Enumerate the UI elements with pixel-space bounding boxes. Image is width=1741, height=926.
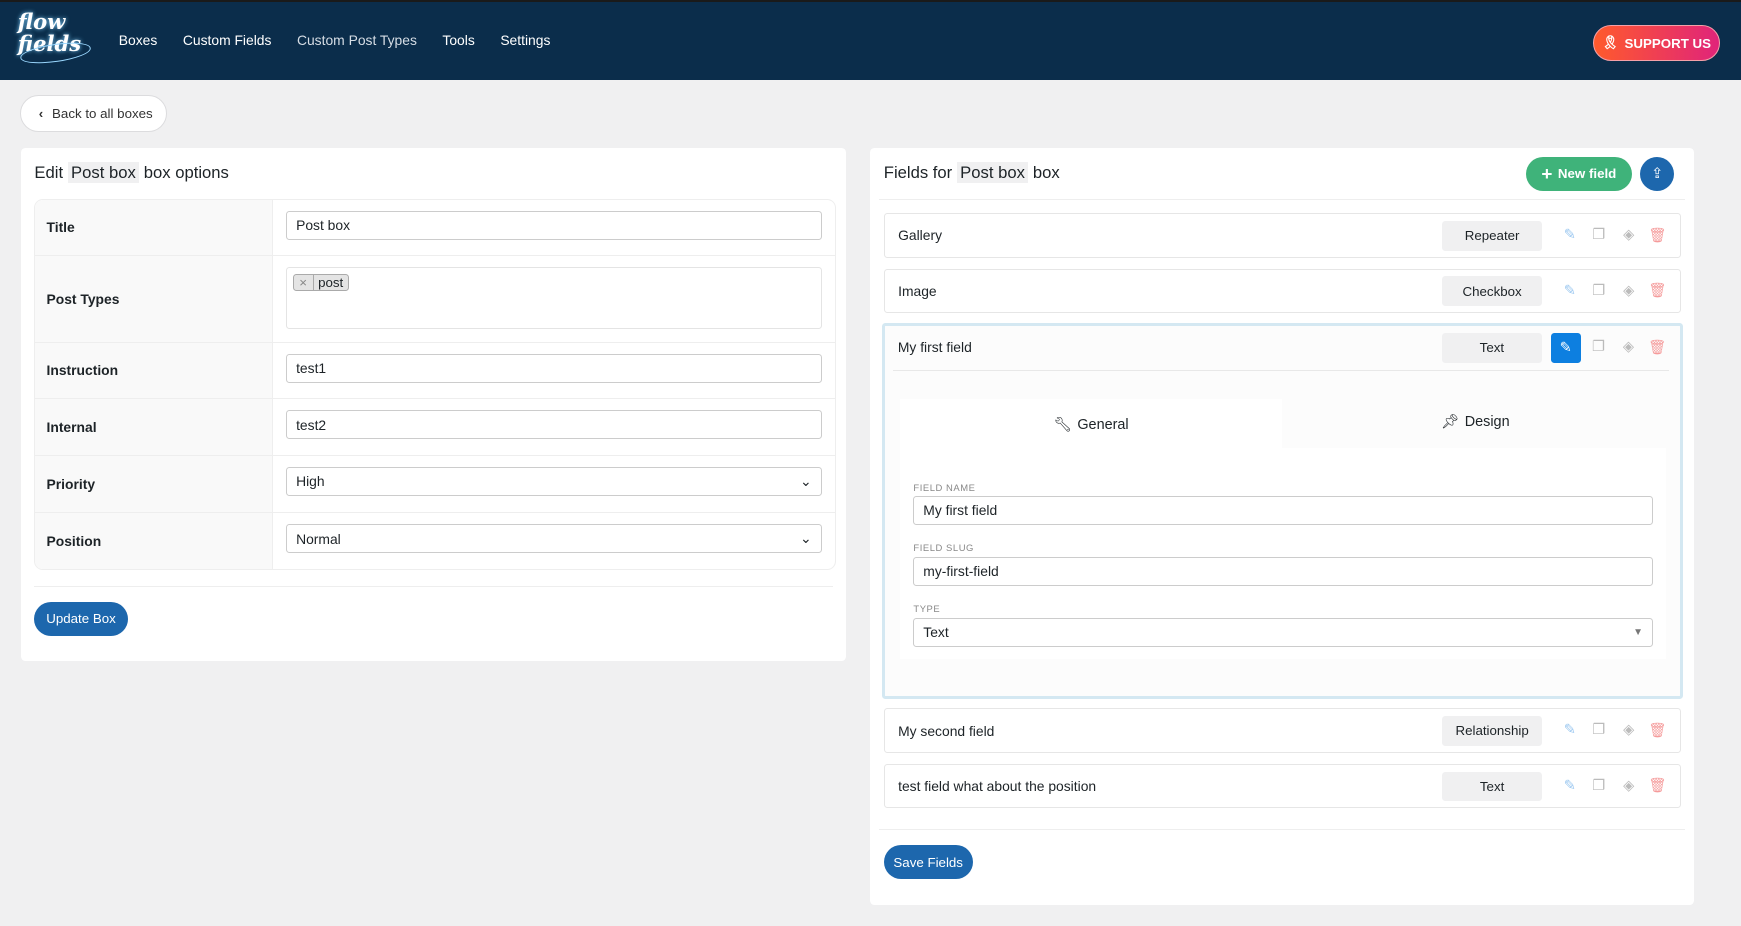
edit-icon[interactable]: ✎ xyxy=(1560,281,1580,301)
field-name-input[interactable]: My first field xyxy=(913,495,1653,525)
trash-icon[interactable]: 🗑 xyxy=(1647,337,1667,357)
label-position: Position xyxy=(35,513,273,569)
divider xyxy=(879,198,1686,200)
back-button[interactable]: ‹ Back to all boxes xyxy=(19,95,167,133)
label-title: Title xyxy=(35,199,273,256)
caret-down-icon: ▼ xyxy=(1633,626,1643,638)
pin-icon: 📌︎ xyxy=(1440,414,1460,431)
internal-input[interactable]: test2 xyxy=(286,410,822,440)
copy-icon[interactable]: ❐ xyxy=(1589,281,1609,301)
field-row[interactable]: test field what about the position Text ✎ ❐… xyxy=(883,763,1681,809)
top-bar: flow fields Boxes Custom Fields Custom Po… xyxy=(0,0,1741,80)
edit-icon[interactable]: ✎ xyxy=(1560,776,1580,796)
chevron-down-icon: ⌄ xyxy=(800,472,812,489)
export-button[interactable]: ⇪ xyxy=(1639,156,1675,191)
label-internal: Internal xyxy=(35,399,273,455)
divider xyxy=(893,370,1670,372)
field-row[interactable]: Gallery Repeater ✎ ❐ ◈ 🗑 xyxy=(883,213,1681,258)
field-slug-input[interactable]: my-first-field xyxy=(913,556,1653,586)
label-instruction: Instruction xyxy=(35,342,273,399)
page-title: Edit Post box box options xyxy=(34,162,229,184)
field-name-label: FIELD NAME xyxy=(913,481,976,493)
title-input[interactable]: Post box xyxy=(286,210,822,240)
logo[interactable]: flow fields xyxy=(18,10,94,69)
support-us-button[interactable]: 🎗 SUPPORT US xyxy=(1593,25,1720,61)
post-type-tag: × post xyxy=(292,273,349,291)
nav-boxes[interactable]: Boxes xyxy=(119,32,158,48)
trash-icon[interactable]: 🗑 xyxy=(1648,225,1668,245)
nav-settings[interactable]: Settings xyxy=(500,32,550,48)
main-nav: Boxes Custom Fields Custom Post Types To… xyxy=(119,32,551,48)
field-type-badge: Relationship xyxy=(1442,716,1543,746)
nav-custom-post-types[interactable]: Custom Post Types xyxy=(297,32,417,48)
label-priority: Priority xyxy=(35,455,273,513)
post-types-input[interactable]: × post xyxy=(286,267,822,330)
trash-icon[interactable]: 🗑 xyxy=(1648,720,1668,740)
general-tab-content: FIELD NAME My first field FIELD SLUG my-… xyxy=(900,448,1667,660)
tag-icon[interactable]: ◈ xyxy=(1619,720,1639,740)
trash-icon[interactable]: 🗑 xyxy=(1648,776,1668,796)
nav-custom-fields[interactable]: Custom Fields xyxy=(183,32,272,48)
wrench-icon: 🔧︎ xyxy=(1053,417,1072,434)
upload-icon: ⇪ xyxy=(1651,165,1664,182)
copy-icon[interactable]: ❐ xyxy=(1589,720,1609,740)
remove-tag-icon[interactable]: × xyxy=(294,274,314,290)
box-options-panel: Edit Post box box options Title Post box … xyxy=(21,147,847,661)
field-type-badge: Text xyxy=(1441,332,1542,363)
edit-icon[interactable]: ✎ xyxy=(1560,720,1580,740)
field-row[interactable]: My second field Relationship ✎ ❐ ◈ 🗑 xyxy=(883,708,1681,753)
fields-title: Fields for Post box box xyxy=(883,162,1060,184)
divider xyxy=(34,586,833,588)
label-post-types: Post Types xyxy=(35,256,273,342)
copy-icon[interactable]: ❐ xyxy=(1589,776,1609,796)
tag-icon[interactable]: ◈ xyxy=(1619,776,1639,796)
field-type-badge: Checkbox xyxy=(1442,276,1543,307)
instruction-input[interactable]: test1 xyxy=(286,353,822,383)
update-box-button[interactable]: Update Box xyxy=(34,601,128,637)
new-field-button[interactable]: + New field xyxy=(1525,156,1633,191)
award-icon: 🎗 xyxy=(1602,35,1619,51)
field-row-expanded[interactable]: My first field Text ✎ ❐ ◈ 🗑 🔧︎ General 📌︎ Des… xyxy=(881,323,1684,700)
plus-icon: + xyxy=(1541,162,1553,184)
copy-icon[interactable]: ❐ xyxy=(1589,225,1609,245)
support-label: SUPPORT US xyxy=(1624,35,1712,51)
position-select[interactable]: Normal ⌄ xyxy=(286,524,822,554)
edit-icon[interactable]: ✎ xyxy=(1550,332,1581,363)
field-type-badge: Text xyxy=(1442,771,1543,802)
save-fields-button[interactable]: Save Fields xyxy=(883,844,973,880)
field-type-badge: Repeater xyxy=(1442,220,1543,251)
fields-panel: Fields for Post box box + New field ⇪ Gal… xyxy=(870,147,1695,905)
copy-icon[interactable]: ❐ xyxy=(1588,337,1608,357)
tag-icon[interactable]: ◈ xyxy=(1619,281,1639,301)
priority-select[interactable]: High ⌄ xyxy=(286,466,822,496)
field-slug-label: FIELD SLUG xyxy=(913,542,974,554)
tag-icon[interactable]: ◈ xyxy=(1619,225,1639,245)
chevron-left-icon: ‹ xyxy=(38,106,44,122)
tab-general[interactable]: 🔧︎ General xyxy=(900,399,1283,451)
box-options-form: Title Post box Post Types × post Instructio… xyxy=(34,198,836,570)
chevron-down-icon: ⌄ xyxy=(800,530,812,547)
edit-icon[interactable]: ✎ xyxy=(1560,225,1580,245)
divider xyxy=(879,829,1686,831)
type-label: TYPE xyxy=(913,603,941,615)
trash-icon[interactable]: 🗑 xyxy=(1648,281,1668,301)
field-row[interactable]: Image Checkbox ✎ ❐ ◈ 🗑 xyxy=(883,268,1681,314)
tab-design[interactable]: 📌︎ Design xyxy=(1284,399,1666,443)
tag-icon[interactable]: ◈ xyxy=(1618,337,1638,357)
nav-tools[interactable]: Tools xyxy=(442,32,474,48)
type-select[interactable]: Text ▼ xyxy=(913,617,1653,647)
back-label: Back to all boxes xyxy=(52,106,153,122)
